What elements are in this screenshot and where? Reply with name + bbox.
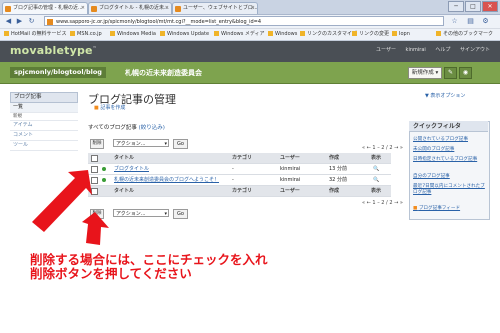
table-row[interactable]: 札幌の近未来創造委員会のブログへようこそ！ - kinmirai 32 分前 🔍 (88, 175, 391, 186)
forward-icon[interactable]: ▶ (15, 17, 24, 26)
bookmark-item[interactable]: Windows Update (160, 29, 209, 40)
minimize-button[interactable]: ─ (448, 1, 464, 12)
pager[interactable]: « ← 1 – 2 / 2 → » (362, 145, 403, 151)
bookmark-item[interactable]: Windows Media (110, 29, 156, 40)
filter-recent-comments[interactable]: 最近7日間以内にコメントされたブログ記事 (413, 184, 487, 195)
maximize-button[interactable]: □ (465, 1, 481, 12)
star-icon[interactable]: ☆ (450, 17, 459, 26)
delete-button-top[interactable]: 削除 (90, 139, 104, 149)
blog-selector[interactable]: spjcmonly/blogtool/blog (10, 67, 106, 78)
signout-link[interactable]: サインアウト (460, 47, 490, 53)
page-icon (5, 6, 11, 12)
display-options-link[interactable]: ▼ 表示オプション (425, 92, 465, 99)
published-status-icon (102, 178, 106, 182)
view-icon[interactable]: 🔍 (373, 175, 379, 185)
filter-feed[interactable]: ■ ブログ記事フィード (413, 206, 487, 212)
filter-link[interactable]: (絞り込み) (139, 125, 165, 131)
bookmark-item[interactable]: MSN.co.jp (70, 29, 102, 40)
sidebar-item-new[interactable]: 新規 (10, 113, 78, 121)
go-button-top[interactable]: Go (173, 139, 188, 149)
filter-published[interactable]: 公開されているブログ記事 (413, 137, 487, 143)
sidebar-item-comments[interactable]: コメント (10, 131, 78, 141)
user-menu: ユーザー kinmirai ヘルプ サインアウト (368, 46, 490, 53)
bookmark-item[interactable]: Iopn (392, 29, 410, 40)
close-tab-icon[interactable]: ✕ (165, 3, 169, 14)
pager[interactable]: « ← 1 – 2 / 2 → » (362, 200, 403, 206)
close-tab-icon[interactable]: ✕ (81, 3, 85, 14)
annotation-line-2: 削除ボタンを押してください (30, 266, 192, 281)
filter-unpublished[interactable]: 未公開のブログ記事 (413, 147, 487, 153)
table-header: タイトル カテゴリ ユーザー 作成 表示 (88, 153, 391, 164)
new-button[interactable]: 新規作成 ▾ (408, 67, 442, 79)
eye-icon[interactable]: ◉ (459, 67, 472, 79)
filter-mine[interactable]: 自分のブログ記事 (413, 174, 487, 180)
reload-icon[interactable]: ↻ (27, 17, 36, 26)
site-icon (47, 19, 53, 25)
table-row[interactable]: ブログタイトル - kinmirai 13 分前 🔍 (88, 164, 391, 175)
browser-tab-3[interactable]: ユーザー、ウェブサイトとブロ... ✕ (172, 2, 258, 14)
bookmark-item[interactable]: その他のブックマーク (436, 29, 493, 40)
bookmarks-bar: HotMail の無料サービス MSN.co.jp Windows Media … (0, 29, 500, 41)
go-button-bottom[interactable]: Go (173, 209, 188, 219)
quick-filter-title: クイックフィルタ (409, 121, 488, 132)
close-window-button[interactable]: ✕ (482, 1, 498, 12)
row-checkbox[interactable] (91, 166, 98, 173)
sidebar-item-assets[interactable]: アイテム (10, 121, 78, 131)
back-icon[interactable]: ◀ (4, 17, 13, 26)
published-status-icon (102, 167, 106, 171)
filter-scheduled[interactable]: 日時指定されているブログ記事 (413, 157, 487, 163)
browser-tab-1[interactable]: ブログ記事の管理 - 札幌の近... ✕ (2, 2, 88, 14)
url-bar[interactable]: www.sapporo-jc.or.jp/spicmonly/blogtool/… (44, 16, 444, 26)
page-icon (91, 6, 97, 12)
create-entry-link[interactable]: ■ 記事を作成 (94, 104, 125, 111)
wrench-icon[interactable]: ✎ (444, 67, 457, 79)
annotation-line-1: 削除する場合には、ここにチェックを入れ (30, 252, 268, 267)
user-label: ユーザー (376, 47, 396, 53)
annotation-text: 削除する場合には、ここにチェックを入れ 削除ボタンを押してください (30, 253, 268, 281)
page-menu-icon[interactable]: ▤ (466, 17, 475, 26)
bookmark-item[interactable]: HotMail の無料サービス (4, 29, 67, 40)
sidebar-item-tools[interactable]: ツール (10, 141, 78, 151)
action-select-bottom[interactable]: アクション... (113, 209, 169, 218)
browser-tab-2[interactable]: ブログタイトル - 札幌の近未... ✕ (88, 2, 172, 14)
close-tab-icon[interactable]: ✕ (251, 3, 255, 14)
sidebar-section-title[interactable]: ブログ記事 (10, 92, 78, 103)
action-select-top[interactable]: アクション... (113, 139, 169, 148)
list-heading: すべてのブログ記事 (絞り込み) (88, 125, 165, 131)
view-icon[interactable]: 🔍 (373, 164, 379, 174)
entry-title-link[interactable]: ブログタイトル (114, 166, 149, 172)
sidebar: ブログ記事 一覧 新規 アイテム コメント ツール (10, 92, 78, 212)
select-all-checkbox[interactable] (91, 155, 98, 162)
row-checkbox[interactable] (91, 177, 98, 184)
wrench-menu-icon[interactable]: ⚙ (481, 17, 490, 26)
page-icon (175, 6, 181, 12)
select-all-checkbox[interactable] (91, 188, 98, 195)
user-name-link[interactable]: kinmirai (406, 47, 426, 53)
bookmark-item[interactable]: Windows メディア (214, 29, 265, 40)
help-link[interactable]: ヘルプ (435, 47, 450, 53)
bookmark-item[interactable]: リンクの変更 (352, 29, 389, 40)
entry-title-link[interactable]: 札幌の近未来創造委員会のブログへようこそ！ (114, 177, 219, 183)
window-controls: ─ □ ✕ (447, 1, 498, 12)
delete-button-bottom[interactable]: 削除 (90, 209, 104, 219)
app-logo[interactable]: movabletype™ (10, 44, 97, 57)
bookmark-item[interactable]: リンクのカスタマイズ (300, 29, 357, 40)
table-footer: タイトル カテゴリ ユーザー 作成 表示 (88, 186, 391, 197)
sidebar-item-list[interactable]: 一覧 (10, 103, 78, 113)
bookmark-item[interactable]: Windows (268, 29, 297, 40)
blog-name[interactable]: 札幌の近未来創造委員会 (125, 68, 202, 78)
